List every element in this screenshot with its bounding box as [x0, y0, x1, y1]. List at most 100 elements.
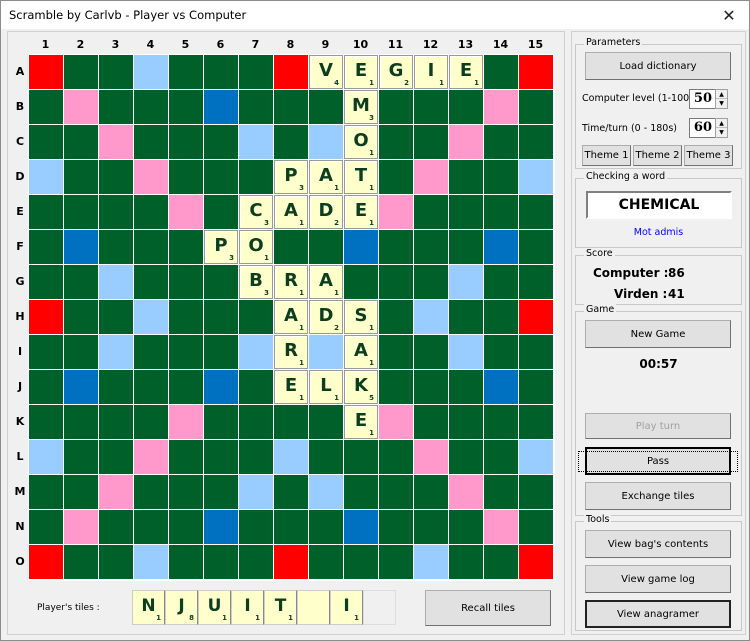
board-tile[interactable]: A1 — [274, 300, 308, 334]
board-cell[interactable] — [414, 195, 448, 229]
rack-tile[interactable]: T1 — [264, 590, 297, 625]
board-cell[interactable] — [29, 335, 63, 369]
board-cell[interactable] — [64, 125, 98, 159]
board-cell[interactable] — [449, 510, 483, 544]
board-cell[interactable] — [484, 160, 518, 194]
board-tile[interactable]: A1 — [344, 335, 378, 369]
board-cell[interactable] — [309, 545, 343, 579]
board-cell[interactable] — [169, 370, 203, 404]
board-cell[interactable] — [414, 370, 448, 404]
board-cell[interactable] — [414, 265, 448, 299]
board-cell[interactable] — [239, 370, 273, 404]
board-cell[interactable] — [134, 195, 168, 229]
board-cell[interactable] — [519, 335, 553, 369]
board-cell[interactable] — [379, 510, 413, 544]
double-word-cell[interactable] — [449, 475, 483, 509]
spin-up-icon[interactable]: ▲ — [716, 90, 727, 99]
double-letter-cell[interactable] — [449, 335, 483, 369]
view-anagramer-button[interactable]: View anagramer — [585, 600, 731, 628]
board-cell[interactable] — [99, 90, 133, 124]
double-word-cell[interactable] — [64, 90, 98, 124]
board-cell[interactable] — [519, 405, 553, 439]
double-letter-cell[interactable] — [414, 300, 448, 334]
board-cell[interactable] — [484, 440, 518, 474]
double-letter-cell[interactable] — [239, 125, 273, 159]
board-cell[interactable] — [64, 265, 98, 299]
board-cell[interactable] — [379, 335, 413, 369]
board-cell[interactable] — [99, 160, 133, 194]
board-cell[interactable] — [449, 195, 483, 229]
board-cell[interactable] — [64, 440, 98, 474]
board-cell[interactable] — [99, 55, 133, 89]
rack-tile[interactable] — [297, 590, 330, 625]
rack-tile[interactable]: J8 — [165, 590, 198, 625]
double-letter-cell[interactable] — [134, 300, 168, 334]
double-word-cell[interactable] — [484, 510, 518, 544]
double-word-cell[interactable] — [379, 405, 413, 439]
board-cell[interactable] — [484, 475, 518, 509]
board-tile[interactable]: P3 — [204, 230, 238, 264]
double-word-cell[interactable] — [169, 195, 203, 229]
board-tile[interactable]: A1 — [309, 265, 343, 299]
board-cell[interactable] — [309, 230, 343, 264]
double-letter-cell[interactable] — [309, 335, 343, 369]
board-cell[interactable] — [29, 230, 63, 264]
board-cell[interactable] — [29, 370, 63, 404]
board-cell[interactable] — [204, 125, 238, 159]
board-tile[interactable]: D2 — [309, 195, 343, 229]
rack-slot-empty[interactable] — [363, 590, 396, 625]
board-cell[interactable] — [274, 510, 308, 544]
board-cell[interactable] — [29, 510, 63, 544]
board-tile[interactable]: V4 — [309, 55, 343, 89]
board-cell[interactable] — [449, 230, 483, 264]
board-cell[interactable] — [169, 440, 203, 474]
board-cell[interactable] — [99, 230, 133, 264]
board-cell[interactable] — [204, 160, 238, 194]
board-cell[interactable] — [64, 160, 98, 194]
triple-letter-cell[interactable] — [344, 510, 378, 544]
double-letter-cell[interactable] — [99, 335, 133, 369]
double-word-cell[interactable] — [64, 510, 98, 544]
board-cell[interactable] — [64, 300, 98, 334]
board-cell[interactable] — [484, 335, 518, 369]
triple-letter-cell[interactable] — [64, 370, 98, 404]
board-tile[interactable]: E1 — [344, 55, 378, 89]
board-cell[interactable] — [519, 125, 553, 159]
board-tile[interactable]: P3 — [274, 160, 308, 194]
board-cell[interactable] — [414, 125, 448, 159]
time-turn-spinner[interactable]: ▲ ▼ — [715, 118, 728, 138]
rack-tile[interactable]: N1 — [132, 590, 165, 625]
board-cell[interactable] — [414, 90, 448, 124]
view-bag-button[interactable]: View bag's contents — [585, 530, 731, 558]
triple-word-cell[interactable] — [274, 545, 308, 579]
double-letter-cell[interactable] — [239, 475, 273, 509]
rack-tile[interactable]: I1 — [330, 590, 363, 625]
triple-word-cell[interactable] — [29, 545, 63, 579]
board-cell[interactable] — [29, 90, 63, 124]
double-letter-cell[interactable] — [274, 440, 308, 474]
double-word-cell[interactable] — [99, 475, 133, 509]
theme-3-button[interactable]: Theme 3 — [684, 145, 733, 166]
board-cell[interactable] — [134, 510, 168, 544]
spin-down-icon[interactable]: ▼ — [716, 128, 727, 137]
double-word-cell[interactable] — [414, 160, 448, 194]
board-cell[interactable] — [169, 545, 203, 579]
board-cell[interactable] — [99, 405, 133, 439]
board-cell[interactable] — [274, 475, 308, 509]
board-cell[interactable] — [204, 195, 238, 229]
board-cell[interactable] — [414, 510, 448, 544]
board-cell[interactable] — [99, 510, 133, 544]
triple-letter-cell[interactable] — [204, 370, 238, 404]
theme-1-button[interactable]: Theme 1 — [582, 145, 631, 166]
board-cell[interactable] — [344, 475, 378, 509]
board-cell[interactable] — [484, 125, 518, 159]
double-word-cell[interactable] — [449, 125, 483, 159]
board-cell[interactable] — [64, 545, 98, 579]
board-tile[interactable]: K5 — [344, 370, 378, 404]
triple-letter-cell[interactable] — [204, 90, 238, 124]
board-cell[interactable] — [204, 55, 238, 89]
triple-word-cell[interactable] — [519, 545, 553, 579]
board-cell[interactable] — [414, 405, 448, 439]
board-cell[interactable] — [169, 335, 203, 369]
board-cell[interactable] — [309, 90, 343, 124]
